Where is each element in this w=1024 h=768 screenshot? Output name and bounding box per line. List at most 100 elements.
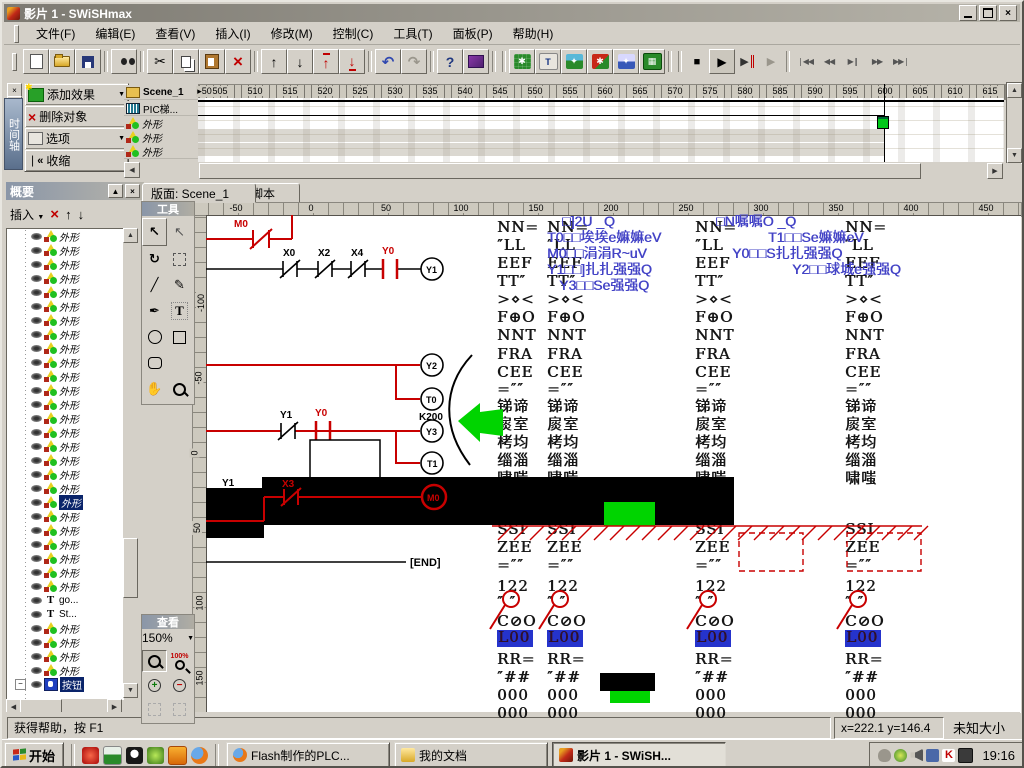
outline-item[interactable]: 外形 (7, 397, 124, 411)
visibility-eye-icon[interactable] (31, 639, 42, 646)
menu-item[interactable]: 修改(M) (262, 23, 322, 44)
pencil-tool[interactable]: ✎ (168, 272, 191, 298)
scroll-up-button[interactable]: ▲ (123, 228, 138, 243)
paste-button[interactable] (199, 49, 225, 74)
context-help-button[interactable]: ? (437, 49, 463, 74)
outline-item[interactable]: 外形 (7, 439, 124, 453)
quicklaunch-qq-icon[interactable] (126, 747, 143, 764)
outline-item[interactable]: 外形 (7, 327, 124, 341)
outline-item[interactable]: 外形 (7, 313, 124, 327)
scroll-down-button[interactable]: ▼ (123, 683, 138, 698)
play-button[interactable]: ▶ (709, 49, 735, 74)
tab-layout[interactable]: 版面: Scene_1 (142, 183, 256, 203)
select-tool[interactable]: ↖ (142, 218, 167, 246)
copy-button[interactable] (173, 49, 199, 74)
timeline-close-button[interactable]: × (7, 83, 22, 97)
taskbar-task-active[interactable]: 影片 1 - SWiSH... (552, 742, 726, 768)
visibility-eye-icon[interactable] (31, 583, 42, 590)
visibility-eye-icon[interactable] (31, 569, 42, 576)
delete-button[interactable]: × (225, 49, 251, 74)
outline-item[interactable]: 外形 (7, 495, 124, 509)
new-button[interactable] (23, 49, 49, 74)
layer-row-shape[interactable]: 外形 (124, 116, 199, 131)
outline-item[interactable]: 外形 (7, 551, 124, 565)
move-up-button[interactable]: ↑ (261, 49, 287, 74)
visibility-eye-icon[interactable] (31, 331, 42, 338)
menu-item[interactable]: 面板(P) (444, 23, 502, 44)
visibility-eye-icon[interactable] (31, 681, 42, 688)
visibility-eye-icon[interactable] (31, 471, 42, 478)
visibility-eye-icon[interactable] (31, 233, 42, 240)
play-effect-button[interactable]: ▶ (759, 50, 783, 73)
subselect-tool[interactable]: ↖ (168, 219, 191, 245)
zoom-mode-button[interactable] (142, 650, 167, 672)
step-forward-button[interactable]: ▶▶ (865, 50, 889, 73)
insert-sprite-button[interactable]: ✱ (587, 49, 613, 74)
volume-icon[interactable] (910, 749, 923, 762)
collapse-button[interactable]: ❘« 收缩 (24, 149, 129, 172)
layers-scroll-left-button[interactable]: ◀ (124, 162, 140, 178)
guide-button[interactable] (463, 49, 489, 74)
outline-item[interactable]: 外形 (7, 425, 124, 439)
menu-item[interactable]: 帮助(H) (504, 23, 563, 44)
rounded-rect-tool[interactable] (143, 350, 166, 376)
antivirus-icon[interactable]: K (942, 749, 955, 762)
outline-item[interactable]: Tgo... (7, 593, 124, 607)
close-button[interactable]: × (999, 5, 1017, 21)
stop-button[interactable]: ■ (685, 50, 709, 73)
visibility-eye-icon[interactable] (31, 247, 42, 254)
quicklaunch-icon-5[interactable] (168, 746, 187, 765)
menu-grip[interactable] (14, 25, 19, 43)
redo-button[interactable]: ↷ (401, 49, 427, 74)
outline-vscrollbar[interactable]: ▲ ▼ (123, 228, 138, 698)
visibility-eye-icon[interactable] (31, 485, 42, 492)
insert-scene-button[interactable]: ✱ (509, 49, 535, 74)
zoom-in-button[interactable]: + (143, 675, 166, 695)
outline-item[interactable]: 外形 (7, 383, 124, 397)
taskbar-task-2[interactable]: 我的文档 (394, 742, 548, 768)
outline-item[interactable]: 外形 (7, 285, 124, 299)
title-bar[interactable]: 影片 1 - SWiSHmax × (4, 4, 1020, 22)
scroll-up-button[interactable]: ▲ (1007, 83, 1022, 98)
menu-item[interactable]: 插入(I) (206, 23, 259, 44)
layer-row-pic[interactable]: PIC梯... (124, 101, 199, 116)
outline-hscrollbar[interactable]: ◀ ▶ (6, 699, 122, 713)
outline-item[interactable]: 外形 (7, 621, 124, 635)
play-timeline-button[interactable]: ▶ (735, 50, 759, 73)
outline-item[interactable]: 外形 (7, 299, 124, 313)
visibility-eye-icon[interactable] (31, 457, 42, 464)
timeline-hscrollbar[interactable]: ▶ (198, 163, 1021, 178)
visibility-eye-icon[interactable] (31, 513, 42, 520)
view-palette-title[interactable]: 查看 (142, 615, 194, 629)
insert-button-button[interactable]: ✦ (613, 49, 639, 74)
keyframe-marker[interactable] (877, 116, 889, 129)
quicklaunch-icon-4[interactable] (147, 747, 164, 764)
outline-item[interactable]: 外形 (7, 537, 124, 551)
bring-front-button[interactable]: ↑ (313, 49, 339, 74)
snap-button[interactable] (168, 699, 191, 719)
layer-row-shape[interactable]: 外形 (124, 144, 199, 159)
menu-item[interactable]: 工具(T) (384, 23, 441, 44)
insert-image-button[interactable]: ✦ (561, 49, 587, 74)
layer-row-scene[interactable]: Scene_1 (124, 85, 199, 100)
outline-item[interactable]: 外形 (7, 453, 124, 467)
visibility-eye-icon[interactable] (31, 401, 42, 408)
text-tool[interactable]: T (168, 298, 191, 324)
go-start-button[interactable]: ❘◀◀ (793, 50, 817, 73)
outline-item[interactable]: 外形 (7, 257, 124, 271)
visibility-eye-icon[interactable] (31, 499, 42, 506)
ellipse-tool[interactable] (143, 324, 166, 350)
menu-item[interactable]: 控制(C) (324, 23, 383, 44)
pen-tool[interactable]: ✒ (143, 298, 166, 324)
panel-close-button[interactable]: × (125, 184, 140, 198)
go-end-button[interactable]: ▶▶❘ (889, 50, 913, 73)
zoom-out-button[interactable]: − (168, 675, 191, 695)
outline-title-bar[interactable]: 概要 ▲ × (6, 182, 144, 200)
outline-item[interactable]: 外形 (7, 243, 124, 257)
outline-item[interactable]: 外形 (7, 663, 124, 677)
taskbar-task-1[interactable]: Flash制作的PLC... (226, 742, 390, 768)
outline-item[interactable]: 外形 (7, 565, 124, 579)
play-to-marker-button[interactable]: ▶❙ (841, 50, 865, 73)
menu-item[interactable]: 查看(V) (146, 23, 204, 44)
outline-delete-button[interactable]: × (50, 206, 59, 223)
